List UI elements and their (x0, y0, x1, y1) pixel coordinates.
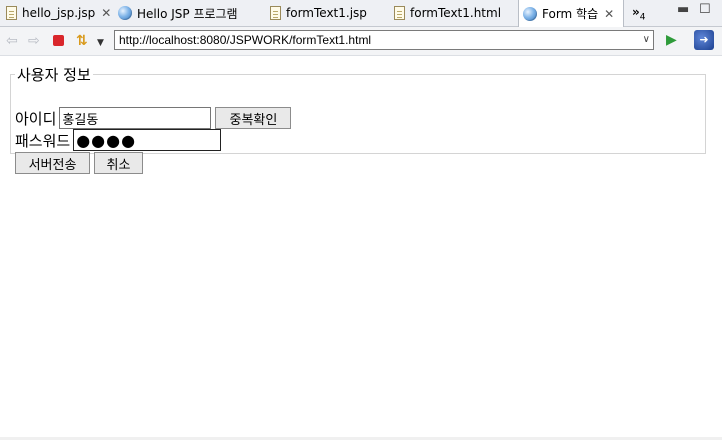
editor-tab-bar: hello_jsp.jsp ✕ Hello JSP 프로그램 formText1… (0, 0, 722, 27)
close-icon[interactable]: ✕ (604, 7, 614, 21)
external-browser-icon[interactable]: ➜ (694, 30, 714, 50)
stop-icon[interactable] (53, 35, 64, 46)
chevron-down-icon[interactable]: ▼ (97, 35, 104, 51)
forward-arrow-icon[interactable]: ⇨ (28, 33, 40, 49)
user-info-fieldset: 사용자 정보 아이디 중복확인 패스워드 서버전송 취소 (10, 64, 706, 174)
submit-button[interactable]: 서버전송 (15, 152, 90, 174)
jsp-file-icon (270, 6, 281, 20)
tab-label: hello_jsp.jsp (22, 6, 96, 20)
tab-formtext1-html[interactable]: formText1.html (390, 0, 516, 26)
refresh-icon[interactable]: ⇅ (76, 33, 88, 49)
tab-label: formText1.jsp (286, 6, 367, 20)
jsp-file-icon (6, 6, 17, 20)
button-row: 서버전송 취소 (15, 152, 143, 174)
duplicate-check-button[interactable]: 중복확인 (215, 107, 292, 129)
browser-toolbar: ⇦ ⇨ ⇅ ▼ http://localhost:8080/JSPWORK/fo… (0, 27, 722, 56)
password-label: 패스워드 (15, 131, 71, 150)
tab-label: Hello JSP 프로그램 (137, 6, 238, 21)
id-input[interactable] (59, 107, 212, 129)
url-history-chevron-icon[interactable]: ∨ (643, 31, 650, 49)
password-input[interactable] (73, 129, 222, 151)
overflow-chevron-icon: » (632, 5, 640, 19)
url-text: http://localhost:8080/JSPWORK/formText1.… (119, 33, 372, 47)
id-label: 아이디 (15, 109, 57, 128)
tab-hello-jsp-program[interactable]: Hello JSP 프로그램 (114, 0, 264, 26)
back-arrow-icon[interactable]: ⇦ (6, 33, 18, 49)
tab-label: formText1.html (410, 6, 502, 20)
url-input[interactable]: http://localhost:8080/JSPWORK/formText1.… (114, 30, 654, 50)
maximize-icon[interactable]: ☐ (699, 2, 711, 17)
close-icon[interactable]: ✕ (101, 6, 111, 20)
html-file-icon (394, 6, 405, 20)
globe-icon (118, 6, 132, 20)
tab-overflow-button[interactable]: »4 (632, 5, 646, 22)
go-arrow-icon[interactable]: ▶ (666, 32, 677, 48)
tab-form-study[interactable]: Form 학습 ✕ (518, 0, 624, 27)
tab-hello-jsp[interactable]: hello_jsp.jsp ✕ (2, 0, 111, 26)
id-row: 아이디 중복확인 (15, 107, 292, 129)
globe-icon (523, 6, 537, 21)
password-row: 패스워드 (15, 129, 222, 151)
minimize-icon[interactable]: ▬ (677, 2, 689, 17)
tab-formtext1-jsp[interactable]: formText1.jsp (266, 0, 386, 26)
overflow-count: 4 (639, 12, 646, 23)
cancel-button[interactable]: 취소 (94, 152, 143, 174)
fieldset-legend: 사용자 정보 (17, 66, 91, 84)
tab-label: Form 학습 (542, 7, 599, 21)
